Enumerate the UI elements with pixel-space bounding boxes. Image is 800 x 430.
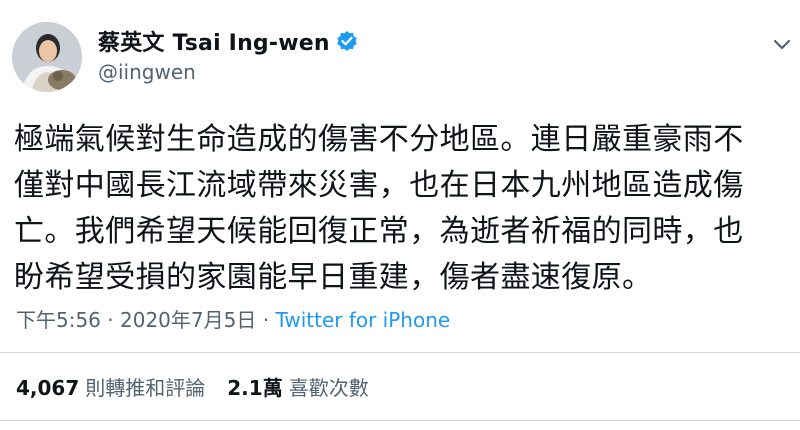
user-handle[interactable]: @iingwen <box>98 60 358 84</box>
tweet-text-line: 盼希望受損的家園能早日重建，傷者盡速復原。 <box>14 260 653 295</box>
meta-separator: · <box>107 308 114 332</box>
author-block: 蔡英文 Tsai Ing-wen @iingwen <box>98 26 358 84</box>
tweet-text: 極端氣候對生命造成的傷害不分地區。連日嚴重豪雨不 僅對中國長江流域帶來災害，也在… <box>14 117 790 301</box>
likes-label: 喜歡次數 <box>288 376 369 400</box>
tweet-text-line: 亡。我們希望天候能回復正常，為逝者祈福的同時，也 <box>14 214 744 249</box>
tweet-meta: 下午5:56 · 2020年7月5日 · Twitter for iPhone <box>16 304 450 333</box>
likes-stat[interactable]: 2.1萬 喜歡次數 <box>227 372 368 401</box>
display-name[interactable]: 蔡英文 Tsai Ing-wen <box>98 25 330 57</box>
avatar[interactable] <box>12 22 82 92</box>
tweet-stats: 4,067 則轉推和評論 2.1萬 喜歡次數 <box>16 372 369 401</box>
retweets-count: 4,067 <box>16 376 80 400</box>
likes-count: 2.1萬 <box>227 376 283 400</box>
more-options-icon[interactable] <box>770 32 794 56</box>
retweets-label: 則轉推和評論 <box>85 376 206 400</box>
tweet-date[interactable]: 2020年7月5日 <box>120 308 256 332</box>
tweet-text-line: 極端氣候對生命造成的傷害不分地區。連日嚴重豪雨不 <box>14 122 744 157</box>
tweet-text-line: 僅對中國長江流域帶來災害，也在日本九州地區造成傷 <box>14 168 744 203</box>
divider <box>0 352 800 353</box>
verified-badge-icon <box>336 30 358 52</box>
avatar-image <box>12 22 82 92</box>
meta-separator: · <box>262 308 270 332</box>
divider <box>0 420 800 421</box>
retweets-stat[interactable]: 4,067 則轉推和評論 <box>16 372 205 401</box>
tweet-card: 蔡英文 Tsai Ing-wen @iingwen 極端氣候對生命造成的傷害不分… <box>0 0 800 430</box>
name-row: 蔡英文 Tsai Ing-wen <box>98 26 358 56</box>
tweet-time[interactable]: 下午5:56 <box>16 308 101 332</box>
tweet-source-link[interactable]: Twitter for iPhone <box>275 308 450 332</box>
